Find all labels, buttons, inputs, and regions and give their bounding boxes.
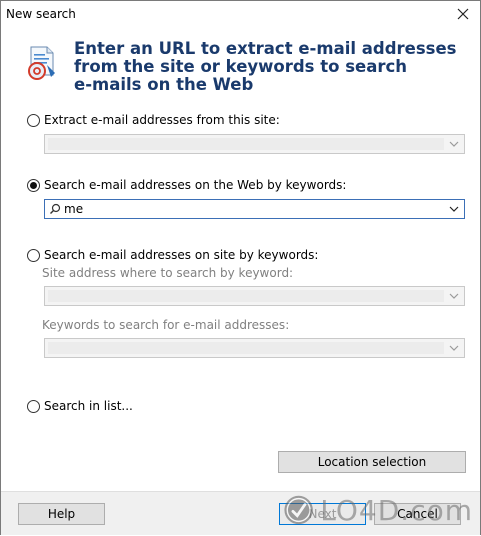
title-bar: New search (1, 1, 480, 27)
window-title: New search (6, 7, 76, 21)
close-icon (457, 8, 469, 20)
header-line-2: from the site or keywords to search (74, 57, 408, 76)
web-keywords-combo[interactable]: me (44, 199, 465, 219)
radio-extract-site[interactable]: Extract e-mail addresses from this site: (27, 113, 280, 127)
header-instructions: Enter an URL to extract e-mail addresses… (74, 40, 464, 94)
radio-web-keywords-label: Search e-mail addresses on the Web by ke… (44, 178, 347, 192)
keywords-label: Keywords to search for e-mail addresses: (42, 318, 290, 332)
search-icon (50, 203, 61, 214)
chevron-down-icon (447, 137, 461, 151)
radio-extract-site-label: Extract e-mail addresses from this site: (44, 113, 280, 127)
web-keywords-value[interactable]: me (64, 202, 83, 216)
header-line-1: Enter an URL to extract e-mail addresses (74, 39, 457, 58)
chevron-down-icon (447, 289, 461, 303)
radio-extract-site-circle[interactable] (27, 113, 40, 127)
radio-site-keywords-circle[interactable] (27, 248, 40, 262)
radio-web-keywords[interactable]: Search e-mail addresses on the Web by ke… (27, 178, 346, 192)
chevron-down-icon[interactable] (447, 202, 461, 216)
radio-site-keywords-label: Search e-mail addresses on site by keywo… (44, 248, 319, 262)
radio-web-keywords-circle[interactable] (27, 178, 40, 192)
lo4d-watermark: LO4D.com (283, 484, 473, 536)
watermark-text: LO4D.com (320, 493, 473, 527)
header-line-3: e-mails on the Web (74, 75, 254, 94)
site-address-label: Site address where to search by keyword: (42, 266, 294, 280)
new-search-dialog: New search Enter an URL to extract e-mai… (0, 0, 481, 535)
location-selection-button[interactable]: Location selection (278, 451, 466, 473)
help-button[interactable]: Help (18, 503, 105, 525)
site-url-combo (44, 134, 465, 154)
email-extractor-icon (28, 46, 55, 80)
radio-search-list-label: Search in list... (44, 399, 133, 413)
site-address-combo (44, 286, 465, 306)
radio-search-list[interactable]: Search in list... (27, 399, 133, 413)
radio-site-keywords[interactable]: Search e-mail addresses on site by keywo… (27, 248, 318, 262)
chevron-down-icon (447, 341, 461, 355)
site-keywords-combo (44, 338, 465, 358)
radio-search-list-circle[interactable] (27, 399, 40, 413)
lo4d-logo-icon (284, 495, 313, 525)
close-button[interactable] (446, 1, 480, 27)
